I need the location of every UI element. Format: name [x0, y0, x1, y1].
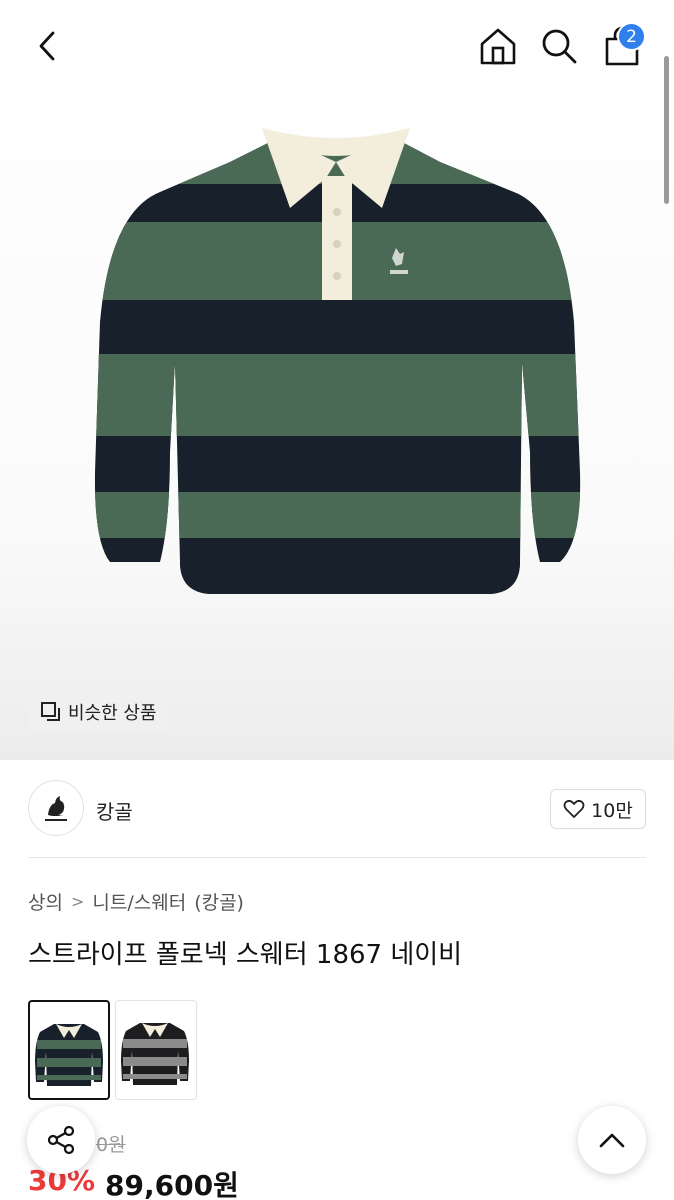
search-icon [542, 29, 577, 64]
breadcrumb-level2[interactable]: 니트/스웨터 [92, 888, 186, 915]
search-button[interactable] [535, 22, 583, 70]
back-button[interactable] [24, 22, 72, 70]
scrollbar[interactable] [664, 56, 669, 204]
like-button[interactable]: 10만 [550, 789, 646, 829]
heart-icon [563, 799, 585, 818]
copy-icon [41, 702, 60, 721]
color-option-navy-green[interactable] [28, 1000, 110, 1100]
home-button[interactable] [474, 22, 522, 70]
thumbnail-image [121, 1023, 189, 1085]
thumbnail-image [35, 1024, 103, 1086]
product-title: 스트라이프 폴로넥 스웨터 1867 네이비 [28, 940, 463, 970]
breadcrumb-separator: > [70, 892, 85, 911]
brand-name[interactable]: 캉골 [96, 796, 133, 825]
home-icon [480, 28, 516, 65]
breadcrumb-level1[interactable]: 상의 [28, 888, 63, 915]
top-bar: 2 [0, 0, 674, 92]
divider [28, 857, 646, 858]
sale-price: 89,600원 [105, 1169, 239, 1200]
like-count: 10만 [591, 799, 633, 822]
breadcrumb: 상의 > 니트/스웨터 (캉골) [28, 888, 244, 915]
similar-products-label: 비슷한 상품 [68, 703, 157, 724]
product-image[interactable] [90, 122, 584, 600]
product-image-area[interactable]: 2 비슷한 상품 [0, 0, 674, 760]
cart-count-badge: 2 [617, 22, 646, 51]
similar-products-button[interactable]: 비슷한 상품 [28, 692, 169, 732]
kangaroo-logo-icon [45, 796, 67, 821]
color-option-gray-black[interactable] [115, 1000, 197, 1100]
share-icon [47, 1125, 75, 1155]
brand-logo[interactable] [28, 780, 84, 836]
original-price: 0원 [96, 1134, 126, 1156]
chevron-left-icon [39, 31, 55, 61]
share-button[interactable] [27, 1106, 95, 1174]
scroll-top-button[interactable] [578, 1106, 646, 1174]
breadcrumb-brand[interactable]: (캉골) [194, 888, 244, 915]
brand-row: 캉골 10만 [28, 780, 646, 838]
chevron-up-icon [599, 1133, 625, 1148]
